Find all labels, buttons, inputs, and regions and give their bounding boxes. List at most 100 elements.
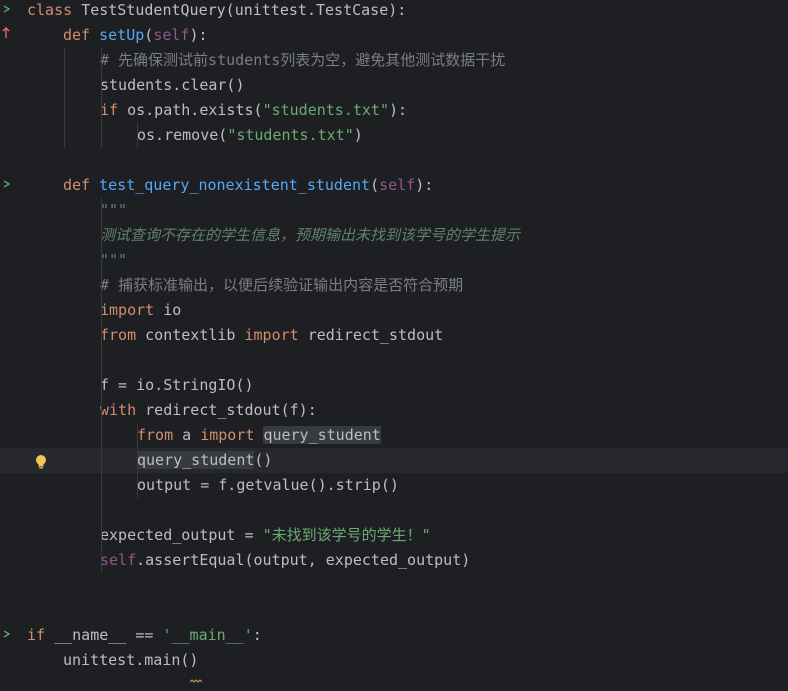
code-token: ): [189, 26, 208, 44]
code-text[interactable]: def setUp(self): [63, 23, 208, 48]
code-token: import [244, 326, 308, 344]
code-token: ): [415, 176, 434, 194]
code-text[interactable]: # 捕获标准输出，以便后续验证输出内容是否符合预期 [100, 273, 463, 298]
code-line[interactable]: query_student() [0, 448, 788, 473]
code-token: self [379, 176, 416, 194]
code-line[interactable]: # 捕获标准输出，以便后续验证输出内容是否符合预期 [0, 273, 788, 298]
code-line[interactable]: class TestStudentQuery(unittest.TestCase… [0, 0, 788, 23]
code-text[interactable]: """ [100, 248, 127, 273]
run-arrow-icon[interactable] [0, 623, 12, 648]
code-line[interactable]: 测试查询不存在的学生信息，预期输出未找到该学号的学生提示 [0, 223, 788, 248]
code-line[interactable]: # 先确保测试前students列表为空，避免其他测试数据干扰 [0, 48, 788, 73]
code-line[interactable] [0, 598, 788, 623]
code-token: '__main__' [162, 626, 253, 644]
code-token: with [100, 401, 146, 419]
code-token: students.clear() [100, 76, 245, 94]
code-token: self [153, 26, 190, 44]
code-token: "students.txt" [227, 126, 354, 144]
code-token: "未找到该学号的学生！" [262, 526, 431, 544]
code-text[interactable]: output = f.getvalue().strip() [137, 473, 399, 498]
code-token: io [163, 301, 182, 319]
code-line[interactable]: students.clear() [0, 73, 788, 98]
code-line[interactable]: self.assertEqual(output, expected_output… [0, 548, 788, 573]
code-text[interactable]: def test_query_nonexistent_student(self)… [63, 173, 433, 198]
code-text[interactable]: from contextlib import redirect_stdout [100, 323, 443, 348]
indent-guide [101, 48, 102, 148]
code-line[interactable]: def setUp(self): [0, 23, 788, 48]
code-line[interactable]: os.remove("students.txt") [0, 123, 788, 148]
code-text[interactable]: os.remove("students.txt") [137, 123, 363, 148]
code-token: def [63, 176, 100, 194]
code-text[interactable]: if __name__ == '__main__': [27, 623, 262, 648]
code-editor[interactable]: class TestStudentQuery(unittest.TestCase… [0, 0, 788, 684]
code-text[interactable]: # 先确保测试前students列表为空，避免其他测试数据干扰 [100, 48, 505, 73]
run-arrow-icon[interactable] [0, 173, 12, 198]
code-line[interactable]: if os.path.exists("students.txt"): [0, 98, 788, 123]
code-token: expected_output = [100, 526, 263, 544]
code-line[interactable]: def test_query_nonexistent_student(self)… [0, 173, 788, 198]
code-text[interactable]: import io [100, 298, 181, 323]
code-token: if [27, 626, 55, 644]
code-token: # 先确保测试前students列表为空，避免其他测试数据干扰 [100, 51, 506, 69]
code-token: output = f.getvalue().strip() [137, 476, 399, 494]
code-token: ) [353, 126, 363, 144]
code-text[interactable]: class TestStudentQuery(unittest.TestCase… [27, 0, 406, 23]
indent-guide [137, 123, 138, 148]
code-text[interactable]: query_student() [137, 448, 272, 473]
code-token: contextlib [145, 326, 245, 344]
code-token: f = io.StringIO() [100, 376, 254, 394]
code-token: ): [389, 101, 408, 119]
indent-guide [101, 198, 102, 573]
code-line[interactable]: output = f.getvalue().strip() [0, 473, 788, 498]
code-token: ( [144, 26, 154, 44]
code-text[interactable]: unittest.main() [63, 648, 198, 673]
code-token: class [27, 1, 82, 19]
code-token: a [182, 426, 201, 444]
code-token: import [200, 426, 264, 444]
code-line[interactable]: f = io.StringIO() [0, 373, 788, 398]
code-text[interactable]: with redirect_stdout(f): [100, 398, 317, 423]
code-token: from [100, 326, 146, 344]
run-arrow-icon[interactable] [0, 0, 12, 23]
indent-guide [64, 48, 65, 148]
code-text[interactable]: """ [100, 198, 127, 223]
code-text[interactable]: expected_output = "未找到该学号的学生！" [100, 523, 431, 548]
code-line[interactable]: """ [0, 198, 788, 223]
warning-squiggle [189, 666, 203, 683]
code-line[interactable]: with redirect_stdout(f): [0, 398, 788, 423]
override-up-arrow-icon[interactable] [0, 23, 12, 48]
code-token: ( [370, 176, 380, 194]
code-token: test_query_nonexistent_student [99, 176, 371, 194]
code-token: if [100, 101, 128, 119]
code-line[interactable]: unittest.main() [0, 648, 788, 683]
code-line[interactable]: from contextlib import redirect_stdout [0, 323, 788, 348]
code-text[interactable]: f = io.StringIO() [100, 373, 254, 398]
code-line[interactable]: from a import query_student [0, 423, 788, 448]
code-text[interactable]: if os.path.exists("students.txt"): [100, 98, 407, 123]
code-line[interactable] [0, 148, 788, 173]
code-line[interactable] [0, 348, 788, 373]
code-token: # 捕获标准输出，以便后续验证输出内容是否符合预期 [100, 276, 464, 294]
code-token: os.remove( [137, 126, 228, 144]
code-token: os.path.exists( [127, 101, 263, 119]
code-line[interactable]: """ [0, 248, 788, 273]
code-line[interactable] [0, 498, 788, 523]
code-token: __name__ == [54, 626, 163, 644]
code-line[interactable]: if __name__ == '__main__': [0, 623, 788, 648]
code-token: self [100, 551, 137, 569]
lightbulb-icon[interactable] [34, 453, 48, 469]
code-text[interactable]: from a import query_student [137, 423, 381, 448]
code-token: """ [100, 201, 128, 219]
code-token: .assertEqual(output, expected_output) [136, 551, 471, 569]
code-text[interactable]: students.clear() [100, 73, 245, 98]
code-token: redirect_stdout [307, 326, 444, 344]
code-token: 测试查询不存在的学生信息，预期输出未找到该学号的学生提示 [100, 226, 521, 244]
code-line[interactable] [0, 573, 788, 598]
code-text[interactable]: 测试查询不存在的学生信息，预期输出未找到该学号的学生提示 [100, 223, 520, 248]
code-token: import [100, 301, 164, 319]
code-line[interactable]: expected_output = "未找到该学号的学生！" [0, 523, 788, 548]
code-token: unittest.main() [63, 651, 199, 669]
code-text[interactable]: self.assertEqual(output, expected_output… [100, 548, 470, 573]
code-token: from [137, 426, 183, 444]
code-line[interactable]: import io [0, 298, 788, 323]
